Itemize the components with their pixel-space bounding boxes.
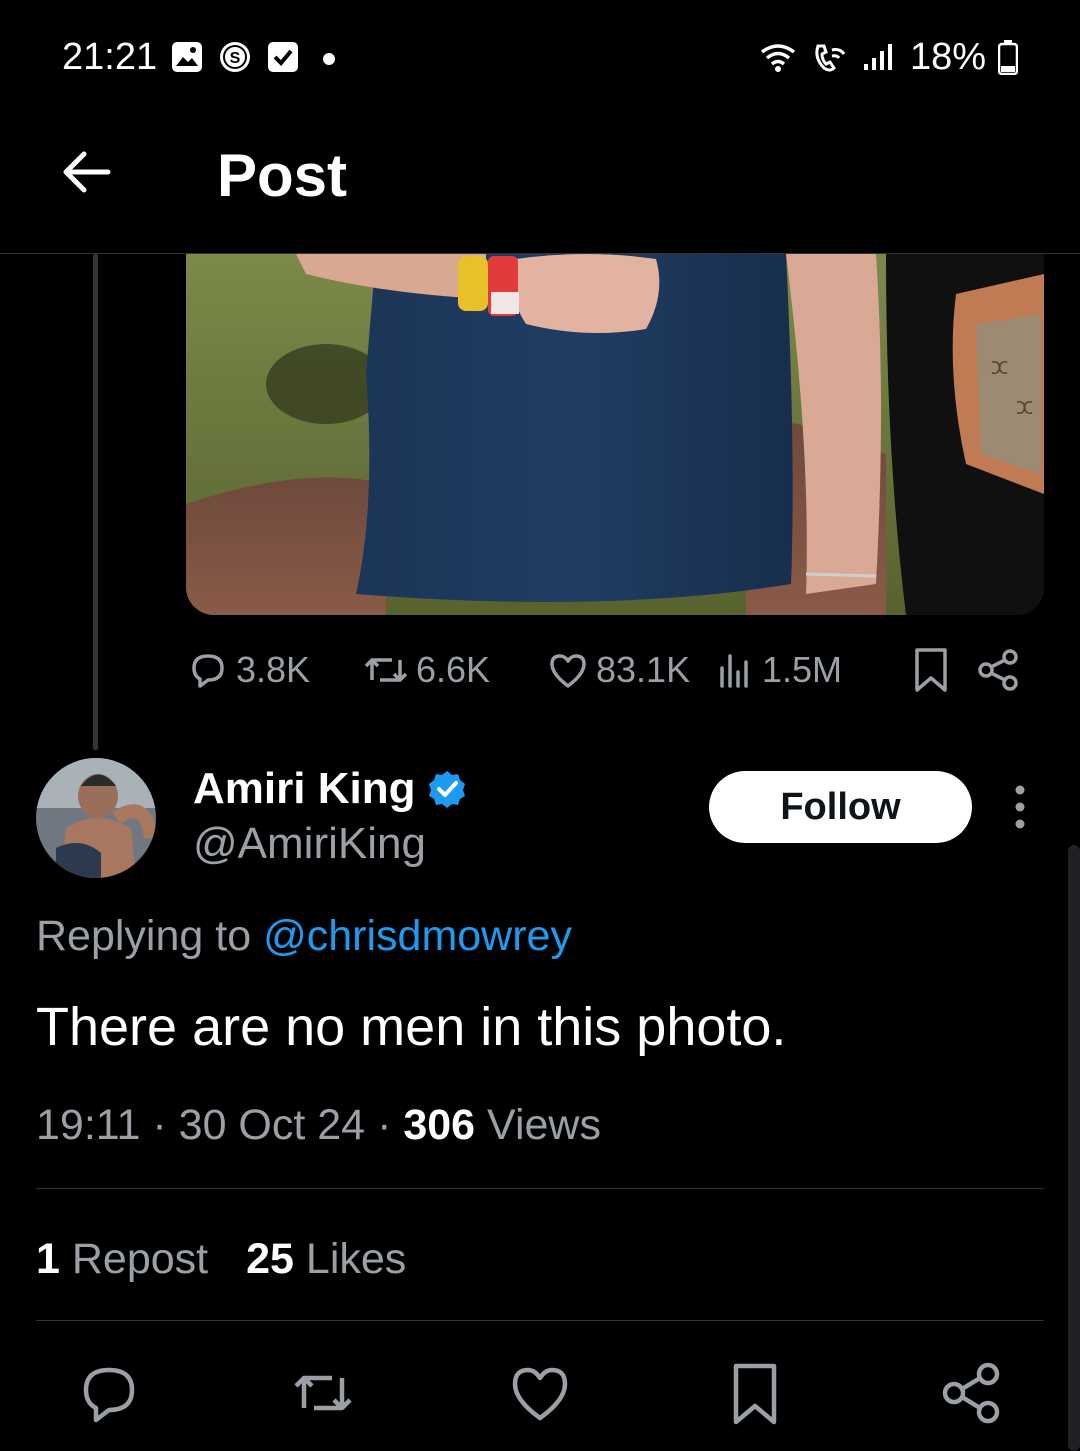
share-icon bbox=[942, 1362, 1000, 1424]
divider bbox=[36, 1188, 1044, 1189]
svg-text:ⵋ: ⵋ bbox=[1016, 398, 1033, 419]
reposts-label: Repost bbox=[71, 1235, 209, 1283]
author-name[interactable]: Amiri King bbox=[193, 762, 415, 816]
repost-button[interactable] bbox=[290, 1360, 356, 1426]
more-vertical-icon bbox=[1015, 785, 1025, 829]
s-app-icon: S bbox=[220, 42, 250, 72]
views-action[interactable]: 1.5M bbox=[716, 648, 892, 692]
reposts-stat[interactable]: 1 Repost bbox=[36, 1232, 208, 1286]
engagement-stats: 1 Repost 25 Likes bbox=[36, 1232, 406, 1286]
svg-text:S: S bbox=[230, 50, 241, 67]
reply-count: 3.8K bbox=[236, 649, 311, 690]
reply-actions-bar bbox=[0, 1360, 1080, 1430]
svg-text:ⵋ: ⵋ bbox=[991, 358, 1008, 379]
views-label: Views bbox=[487, 1101, 601, 1149]
meta-separator: · bbox=[152, 1101, 179, 1149]
replying-to-line: Replying to @chrisdmowrey bbox=[36, 910, 572, 962]
verified-badge-icon bbox=[429, 771, 466, 808]
reply-action[interactable]: 3.8K bbox=[186, 648, 362, 692]
replying-prefix: Replying to bbox=[36, 912, 252, 960]
post-meta: 19:11 · 30 Oct 24 · 306 Views bbox=[36, 1098, 601, 1152]
post-time[interactable]: 19:11 bbox=[36, 1101, 140, 1149]
share-button[interactable] bbox=[938, 1360, 1004, 1426]
battery-percent: 18% bbox=[909, 36, 986, 78]
author-handle[interactable]: @AmiriKing bbox=[193, 818, 426, 870]
wifi-call-icon bbox=[815, 44, 846, 72]
bookmark-action[interactable] bbox=[892, 646, 970, 694]
reply-icon bbox=[83, 1367, 135, 1423]
signal-icon bbox=[863, 44, 892, 70]
bookmark-icon bbox=[733, 1363, 777, 1425]
check-icon bbox=[268, 42, 298, 72]
divider bbox=[36, 1320, 1044, 1321]
reposts-number: 1 bbox=[36, 1235, 60, 1283]
reply-icon bbox=[192, 654, 224, 688]
bookmark-button[interactable] bbox=[722, 1360, 788, 1426]
follow-button[interactable]: Follow bbox=[709, 771, 972, 843]
replying-to-mention[interactable]: @chrisdmowrey bbox=[263, 912, 572, 960]
likes-label: Likes bbox=[305, 1235, 407, 1283]
avatar[interactable] bbox=[36, 758, 156, 878]
thread-line bbox=[93, 254, 98, 750]
reply-button[interactable] bbox=[76, 1360, 142, 1426]
meta-separator: · bbox=[377, 1101, 404, 1149]
like-button[interactable] bbox=[507, 1360, 573, 1426]
share-action[interactable] bbox=[970, 648, 1026, 692]
status-time: 21:21 bbox=[62, 36, 158, 78]
likes-stat[interactable]: 25 Likes bbox=[246, 1232, 406, 1286]
status-right: 18% bbox=[758, 34, 1018, 80]
arrow-left-icon bbox=[63, 151, 111, 193]
back-button[interactable] bbox=[56, 142, 116, 202]
page-title: Post bbox=[217, 142, 348, 209]
author-name-row[interactable]: Amiri King bbox=[193, 762, 467, 816]
dot-icon bbox=[323, 53, 335, 65]
reply-text: There are no men in this photo. bbox=[36, 997, 787, 1057]
repost-count: 6.6K bbox=[416, 649, 491, 690]
more-options-button[interactable] bbox=[1000, 782, 1040, 832]
status-icons-left: S bbox=[170, 40, 344, 74]
like-action[interactable]: 83.1K bbox=[546, 648, 716, 692]
gallery-icon bbox=[172, 42, 202, 72]
like-count: 83.1K bbox=[596, 649, 691, 690]
views-count: 1.5M bbox=[762, 649, 843, 690]
heart-icon bbox=[550, 654, 586, 688]
wifi-icon bbox=[760, 44, 795, 72]
repost-icon bbox=[364, 658, 408, 682]
heart-icon bbox=[512, 1367, 568, 1421]
post-media-image[interactable]: ⵋ ⵋ bbox=[186, 254, 1044, 615]
post-date[interactable]: 30 Oct 24 bbox=[179, 1101, 365, 1149]
scrollbar[interactable] bbox=[1068, 845, 1080, 1451]
likes-number: 25 bbox=[246, 1235, 294, 1283]
analytics-icon bbox=[720, 654, 748, 688]
views-number: 306 bbox=[403, 1101, 476, 1149]
parent-post-actions: 3.8K 6.6K 83.1K 1.5M bbox=[186, 644, 1026, 696]
share-icon bbox=[978, 649, 1018, 691]
repost-icon bbox=[294, 1375, 352, 1411]
repost-action[interactable]: 6.6K bbox=[362, 648, 546, 692]
bookmark-icon bbox=[915, 648, 947, 692]
battery-icon bbox=[998, 40, 1018, 75]
